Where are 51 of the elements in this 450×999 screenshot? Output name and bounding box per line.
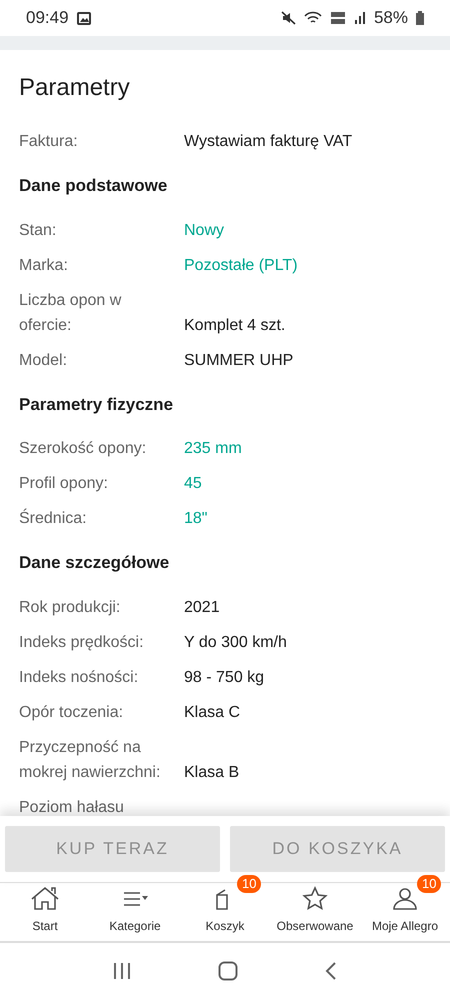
param-label: Indeks nośności:	[19, 668, 140, 688]
param-link[interactable]: 45	[184, 471, 202, 496]
home-icon[interactable]	[218, 961, 238, 981]
param-label: Poziom hałasu	[19, 798, 125, 816]
count-badge: 10	[237, 875, 262, 893]
param-label: Faktura:	[19, 132, 79, 152]
param-label: Liczba opon w ofercie:	[19, 290, 122, 336]
battery-percent: 58%	[374, 7, 408, 30]
param-label: Marka:	[19, 256, 69, 276]
param-label: Stan:	[19, 220, 58, 240]
param-value: Y do 300 km/h	[184, 632, 287, 652]
star-icon[interactable]	[301, 885, 329, 911]
image-icon	[76, 12, 91, 24]
param-label: Średnica:	[19, 508, 88, 529]
param-link[interactable]: Nowy	[184, 218, 224, 242]
count-badge: 10	[417, 875, 442, 893]
param-value: 98 - 750 kg	[184, 668, 264, 688]
wifi-icon	[304, 11, 322, 25]
recent-apps-icon[interactable]	[113, 963, 132, 979]
param-value: Komplet 4 szt.	[184, 316, 286, 336]
tab-label[interactable]: Moje Allegro	[372, 917, 438, 935]
param-label: Przyczepność na mokrej nawierzchni:	[19, 738, 162, 782]
section-heading: Dane szczegółowe	[19, 552, 170, 574]
tab-label[interactable]: Kategorie	[109, 917, 161, 935]
param-label: Profil opony:	[19, 474, 109, 494]
home-icon[interactable]	[31, 885, 59, 911]
tab-label[interactable]: Start	[32, 917, 58, 935]
param-label: Model:	[19, 350, 68, 370]
param-label: Szerokość opony:	[19, 439, 148, 459]
tab-label[interactable]: Obserwowane	[276, 917, 354, 935]
section-heading: Dane podstawowe	[19, 175, 168, 197]
param-value: Wystawiam fakturę VAT	[184, 132, 352, 152]
section-title: Parametry	[19, 73, 131, 103]
mute-icon	[280, 11, 296, 25]
signal-icon	[354, 11, 366, 25]
section-heading: Parametry fizyczne	[19, 394, 174, 416]
clock: 09:49	[26, 7, 69, 30]
param-label: Opór toczenia:	[19, 702, 124, 722]
back-icon[interactable]	[324, 962, 337, 980]
param-link[interactable]: 18"	[184, 506, 208, 531]
param-value: 2021	[184, 598, 220, 618]
param-link[interactable]: 235 mm	[184, 436, 242, 461]
battery-icon	[416, 11, 424, 25]
tab-label[interactable]: Koszyk	[206, 917, 244, 935]
param-label: Indeks prędkości:	[19, 632, 145, 652]
user-icon[interactable]	[391, 885, 419, 911]
param-value: Klasa C	[184, 702, 240, 722]
param-value: SUMMER UHP	[184, 350, 294, 370]
param-label: Rok produkcji:	[19, 598, 122, 618]
param-value: Klasa B	[184, 762, 240, 782]
param-link[interactable]: Pozostałe (PLT)	[184, 252, 298, 278]
